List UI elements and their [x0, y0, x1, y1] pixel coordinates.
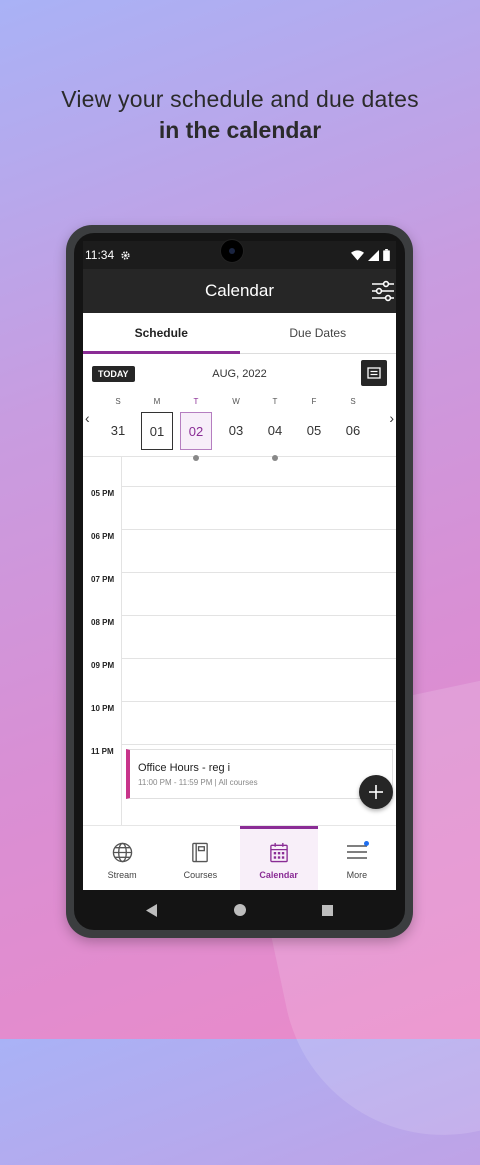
hour-label: 10 PM [91, 704, 115, 713]
hour-label: 08 PM [91, 618, 115, 627]
chevron-right-icon[interactable]: › [389, 410, 394, 426]
promo-headline: View your schedule and due dates in the … [0, 86, 480, 144]
tab-schedule[interactable]: Schedule [83, 313, 240, 353]
event-office-hours[interactable]: Office Hours - reg i 11:00 PM - 11:59 PM… [126, 749, 393, 799]
hour-label: 06 PM [91, 532, 115, 541]
nav-stream[interactable]: Stream [83, 826, 161, 890]
day-letter: F [311, 397, 317, 406]
day-number: 31 [110, 423, 126, 438]
nav-label: Stream [107, 870, 137, 880]
hour-row-8pm: 08 PM [83, 618, 396, 627]
day-monday[interactable]: M 01 [141, 396, 173, 450]
plus-icon [369, 785, 383, 799]
notification-badge [363, 841, 369, 846]
bottom-navigation: Stream Courses Calendar More [83, 825, 396, 890]
day-number: 04 [267, 423, 283, 438]
calendar-icon [269, 842, 288, 863]
day-letter: M [153, 397, 161, 406]
day-number: 01 [141, 412, 173, 450]
day-saturday[interactable]: S 06 [337, 396, 369, 450]
event-title: Office Hours - reg i [138, 762, 231, 774]
tab-due-dates[interactable]: Due Dates [240, 313, 397, 353]
nav-label: More [346, 870, 368, 880]
day-tuesday-today[interactable]: T 02 [180, 396, 212, 461]
time-gutter-divider [121, 456, 122, 834]
nav-calendar[interactable]: Calendar [239, 826, 319, 890]
day-sunday[interactable]: S 31 [102, 396, 134, 450]
day-letter: W [232, 397, 240, 406]
hour-row [83, 529, 396, 530]
status-time: 11:34 [85, 248, 115, 262]
hour-row-11pm: 11 PM [83, 747, 396, 756]
tab-bar: Schedule Due Dates [83, 313, 396, 354]
system-navigation-bar [74, 890, 405, 930]
day-wednesday[interactable]: W 03 [220, 396, 252, 450]
list-view-icon [367, 367, 381, 379]
nav-more[interactable]: More [318, 826, 396, 890]
event-subtitle: 11:00 PM - 11:59 PM | All courses [138, 778, 258, 787]
hour-label: 09 PM [91, 661, 115, 670]
globe-icon [112, 842, 132, 863]
day-number: 05 [306, 423, 322, 438]
promo-line-1: View your schedule and due dates [61, 86, 419, 112]
hour-label: 05 PM [91, 489, 115, 498]
day-letter: S [350, 397, 356, 406]
day-letter: S [115, 397, 121, 406]
hour-row-7pm: 07 PM [83, 575, 396, 584]
phone-frame: 11:34 Calendar Schedule Due Dates TODAY … [66, 225, 413, 938]
nav-courses[interactable]: Courses [161, 826, 239, 890]
hour-row [83, 486, 396, 487]
hour-row [83, 744, 396, 745]
day-letter: T [272, 397, 278, 406]
day-number: 06 [345, 423, 361, 438]
day-letter: T [193, 397, 199, 406]
chevron-left-icon[interactable]: ‹ [85, 410, 90, 426]
hour-label: 07 PM [91, 575, 115, 584]
wifi-icon [351, 249, 364, 260]
app-screen: 11:34 Calendar Schedule Due Dates TODAY … [83, 241, 396, 890]
hour-row-9pm: 09 PM [83, 661, 396, 670]
day-number: 02 [180, 412, 212, 450]
day-friday[interactable]: F 05 [298, 396, 330, 450]
promo-line-2: in the calendar [158, 117, 322, 143]
hour-row [83, 572, 396, 573]
back-triangle-icon[interactable] [146, 903, 158, 917]
front-camera [220, 239, 244, 263]
hour-row [83, 615, 396, 616]
battery-icon [383, 249, 390, 261]
hour-row-5pm: 05 PM [83, 489, 396, 498]
page-title: Calendar [205, 281, 274, 300]
schedule-timeline[interactable]: 05 PM 06 PM 07 PM 08 PM 09 PM 10 PM 11 P… [83, 456, 396, 834]
month-label: AUG, 2022 [212, 368, 267, 380]
week-strip: ‹ S 31 M 01 T 02 W 03 T 04 F 05 S 06 › [83, 390, 396, 461]
filter-sliders-icon[interactable] [370, 278, 396, 304]
home-circle-icon[interactable] [234, 904, 246, 916]
day-number: 03 [228, 423, 244, 438]
signal-icon [368, 249, 379, 261]
add-event-button[interactable] [359, 775, 393, 809]
hour-label: 11 PM [91, 747, 114, 756]
nav-label: Courses [183, 870, 218, 880]
courses-book-icon [192, 842, 209, 863]
settings-gear-icon [121, 250, 130, 260]
hour-row-6pm: 06 PM [83, 532, 396, 541]
day-thursday[interactable]: T 04 [259, 396, 291, 461]
hour-row [83, 658, 396, 659]
view-toggle-button[interactable] [361, 360, 387, 386]
recents-square-icon[interactable] [322, 904, 333, 916]
app-bar: Calendar [83, 269, 396, 313]
hour-row-10pm: 10 PM [83, 704, 396, 713]
hour-row [83, 701, 396, 702]
nav-label: Calendar [259, 870, 298, 880]
calendar-header: TODAY AUG, 2022 [83, 354, 396, 390]
phone-bezel: 11:34 Calendar Schedule Due Dates TODAY … [74, 233, 405, 930]
